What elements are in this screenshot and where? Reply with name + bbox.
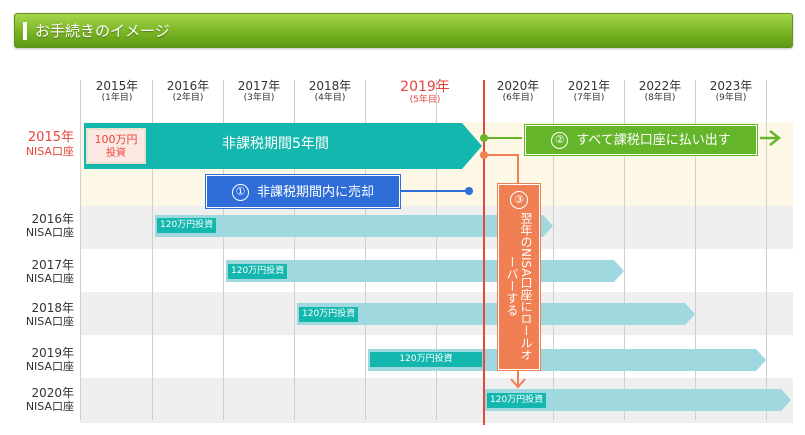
row-account: NISA口座 bbox=[25, 145, 74, 158]
investment-badge-2017: 120万円投資 bbox=[228, 264, 288, 279]
row-account: NISA口座 bbox=[25, 315, 74, 328]
investment-badge-2018: 120万円投資 bbox=[299, 307, 359, 322]
year-label: 2018年 bbox=[308, 79, 352, 93]
step3-label: 翌年のNISA口座にロールオーバーする bbox=[505, 211, 533, 361]
row-account: NISA口座 bbox=[25, 400, 74, 413]
row-year: 2019年 bbox=[31, 346, 74, 360]
year-ordinal: (7年目) bbox=[573, 93, 605, 103]
investment-badge-2019: 120万円投資 bbox=[370, 352, 482, 367]
year-ordinal: (4年目) bbox=[314, 93, 346, 103]
row-account: NISA口座 bbox=[25, 272, 74, 285]
grid-line bbox=[80, 80, 81, 420]
section-title: お手続きのイメージ bbox=[35, 22, 170, 40]
year-label: 2022年 bbox=[638, 79, 682, 93]
step1-sell-box: ① 非課税期間内に売却 bbox=[206, 175, 400, 208]
row-label-2015: 2015年 NISA口座 bbox=[0, 130, 78, 159]
year-ordinal: (2年目) bbox=[172, 93, 204, 103]
row-account: NISA口座 bbox=[25, 226, 74, 239]
initial-investment-box: 100万円 投資 bbox=[86, 128, 146, 164]
year-ordinal: (3年目) bbox=[243, 93, 275, 103]
row-year: 2015年 bbox=[27, 130, 74, 145]
year-label: 2016年 bbox=[166, 79, 210, 93]
year-ordinal: (8年目) bbox=[644, 93, 676, 103]
year-label: 2017年 bbox=[237, 79, 281, 93]
investment-badge-2016: 120万円投資 bbox=[157, 218, 217, 233]
investment-badge-2020: 120万円投資 bbox=[487, 393, 547, 408]
row-year: 2017年 bbox=[31, 258, 74, 272]
step2-payout-box: ② すべて課税口座に払い出す bbox=[525, 125, 757, 155]
section-header: お手続きのイメージ bbox=[14, 13, 793, 48]
year-ordinal: (1年目) bbox=[101, 93, 133, 103]
year-header-2022: 2022年 (8年目) bbox=[625, 79, 695, 104]
investment-amount: 100万円 bbox=[94, 133, 138, 146]
row-year: 2016年 bbox=[31, 212, 74, 226]
year-header-2020: 2020年 (6年目) bbox=[483, 79, 553, 104]
investment-label: 投資 bbox=[106, 148, 126, 159]
row-label-2016: 2016年 NISA口座 bbox=[0, 212, 78, 239]
year-label: 2015年 bbox=[95, 79, 139, 93]
header-accent-bar bbox=[23, 22, 27, 40]
year-header-2018: 2018年 (4年目) bbox=[295, 79, 365, 104]
row-account: NISA口座 bbox=[25, 360, 74, 373]
step2-label: すべて課税口座に払い出す bbox=[576, 133, 731, 148]
year-header-2019: 2019年 (5年目) bbox=[390, 79, 460, 106]
row-year: 2020年 bbox=[31, 386, 74, 400]
step1-number: ① bbox=[231, 184, 249, 201]
year-label: 2019年 bbox=[400, 79, 450, 95]
year-header-2021: 2021年 (7年目) bbox=[554, 79, 624, 104]
sell-connector-line bbox=[400, 187, 473, 195]
year-ordinal: (9年目) bbox=[715, 93, 747, 103]
year-ordinal: (5年目) bbox=[409, 95, 441, 105]
tax-free-period-label: 非課税期間5年間 bbox=[222, 136, 329, 152]
row-year: 2018年 bbox=[31, 301, 74, 315]
year-ordinal: (6年目) bbox=[502, 93, 534, 103]
row-label-2020: 2020年 NISA口座 bbox=[0, 386, 78, 413]
step3-rollover-box: ③ 翌年のNISA口座にロールオーバーする bbox=[498, 184, 540, 370]
year-header-2023: 2023年 (9年目) bbox=[696, 79, 766, 104]
row-label-2018: 2018年 NISA口座 bbox=[0, 301, 78, 328]
year-label: 2020年 bbox=[496, 79, 540, 93]
step1-label: 非課税期間内に売却 bbox=[256, 185, 374, 200]
step3-number: ③ bbox=[510, 191, 528, 209]
year-header-2017: 2017年 (3年目) bbox=[224, 79, 294, 104]
row-label-2017: 2017年 NISA口座 bbox=[0, 258, 78, 285]
year-header-2016: 2016年 (2年目) bbox=[153, 79, 223, 104]
row-label-2019: 2019年 NISA口座 bbox=[0, 346, 78, 373]
year-label: 2023年 bbox=[709, 79, 753, 93]
step2-number: ② bbox=[551, 132, 569, 149]
year-label: 2021年 bbox=[567, 79, 611, 93]
year-header-2015: 2015年 (1年目) bbox=[82, 79, 152, 104]
